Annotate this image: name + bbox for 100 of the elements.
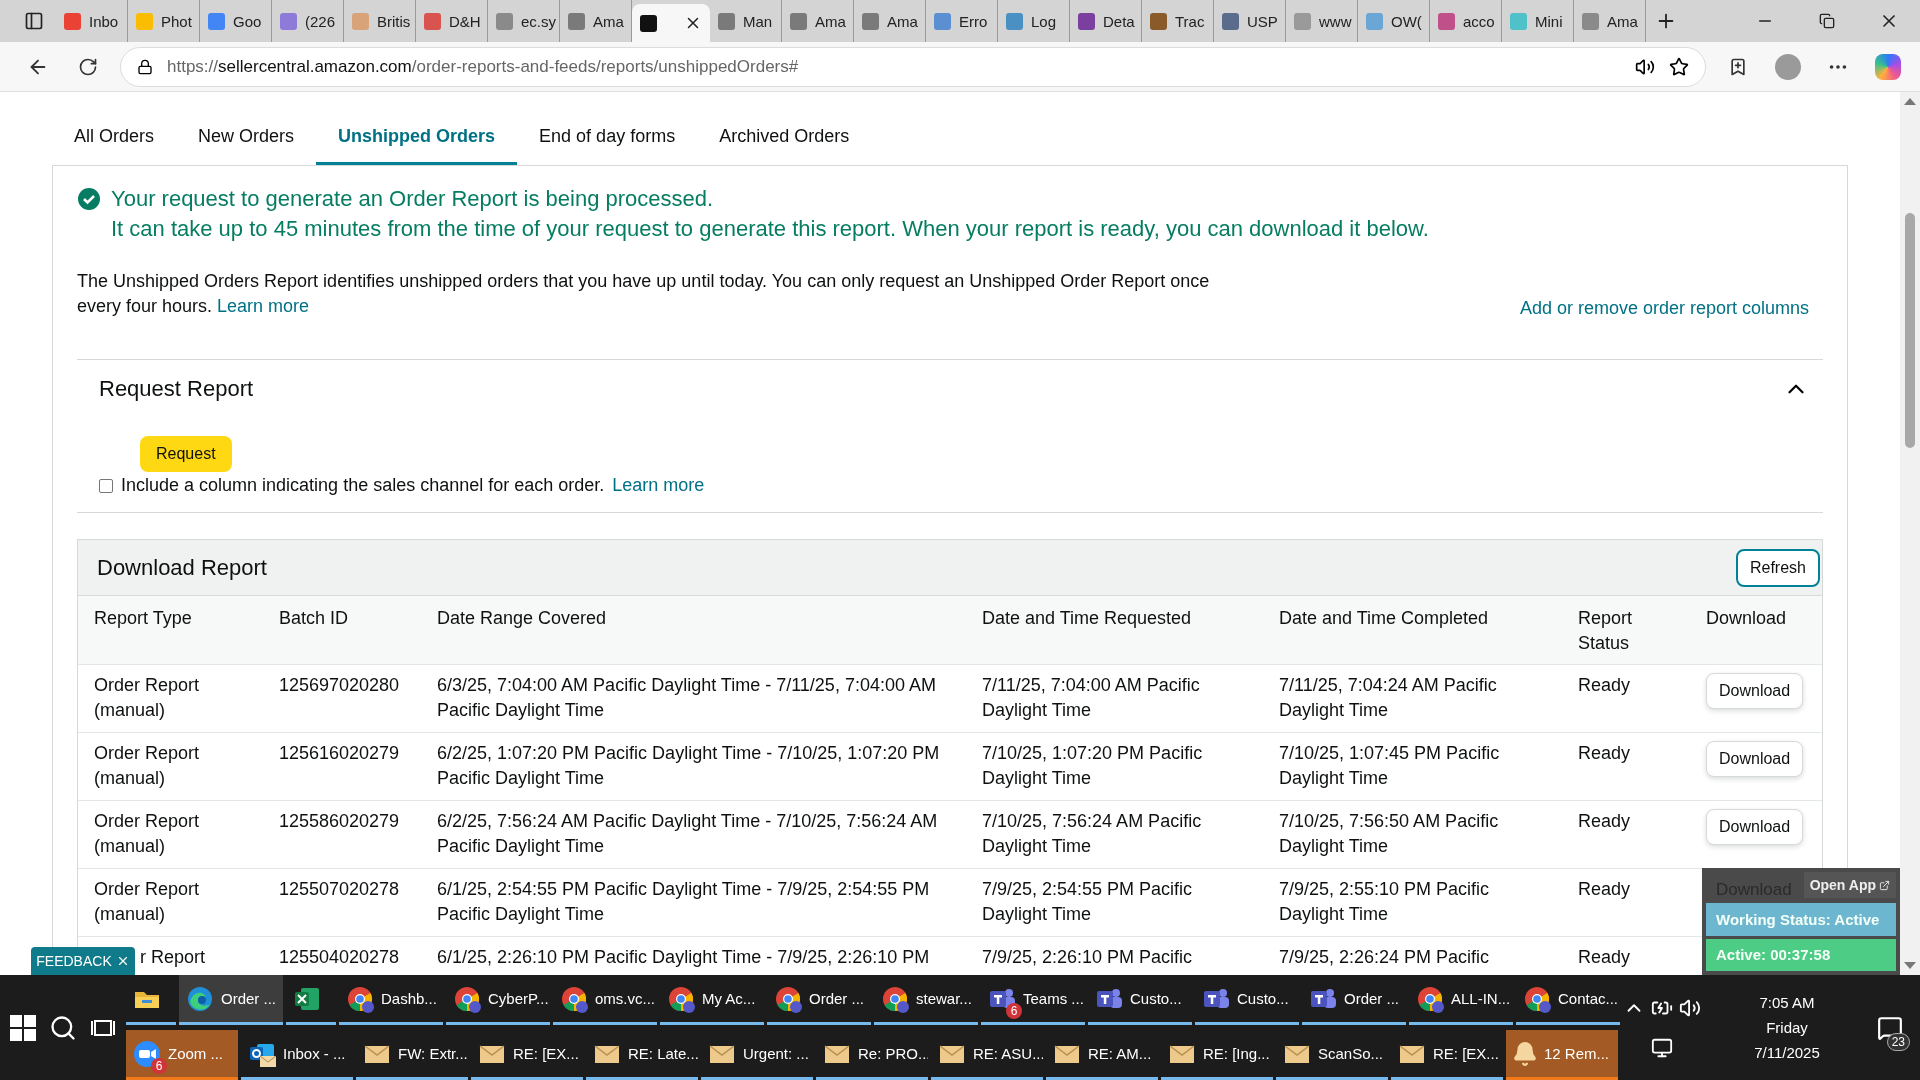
download-button[interactable]: Download [1706,741,1804,777]
refresh-button[interactable]: Refresh [1735,548,1820,587]
table-cell-text: Ready [1577,742,1632,765]
nav-tab[interactable]: New Orders [176,92,317,165]
taskbar-button[interactable]: My Ac... [660,975,764,1025]
table-cell-text: Ready [1577,946,1632,969]
url-text: https://sellercentral.amazon.com/order-reports-and-feeds/reports/unshippedOrders# [167,56,799,77]
taskbar-button[interactable]: Order ... [179,975,283,1025]
taskbar-button[interactable]: FW: Extr... [356,1030,468,1080]
bell-icon [1512,1040,1538,1067]
open-app-button[interactable]: Open App [1803,872,1896,898]
count-badge: 6 [151,1057,167,1074]
search-icon[interactable] [49,1013,77,1042]
table-cell-text: Ready [1577,810,1632,833]
address-bar[interactable]: https://sellercentral.amazon.com/order-reports-and-feeds/reports/unshippedOrders# [120,46,1706,87]
table-cell-text: Ready [1577,878,1632,901]
download-button[interactable]: Download [1706,673,1804,709]
table-cell-text: 125616020279 [278,742,401,765]
count-badge: 23 [1886,1032,1910,1051]
table-cell-text: 7/10/25, 1:07:45 PM Pacific Daylight Time [1278,742,1501,790]
scroll-thumb[interactable] [1905,213,1915,448]
learn-more-link[interactable]: Learn more [217,296,310,316]
download-button[interactable]: Download [1706,809,1804,845]
taskbar-button[interactable]: Dashb... [339,975,443,1025]
section-title: Request Report [99,376,254,402]
table-cell-text: Order Report (manual) [93,742,201,790]
scrollbar[interactable] [1900,92,1920,975]
profile-avatar[interactable] [1775,53,1801,80]
scroll-up-icon[interactable] [1904,98,1916,105]
taskbar-button[interactable]: Order ... [1302,975,1406,1025]
taskbar-button[interactable]: Custo... [1088,975,1192,1025]
start-icon[interactable] [10,1014,37,1041]
taskbar-button[interactable]: 6 Zoom ... [126,1030,238,1080]
column-header: Report Status [1577,607,1634,655]
taskbar-button[interactable]: RE: [EX... [1391,1030,1503,1080]
learn-more-link[interactable]: Learn more [612,475,705,496]
taskbar-button[interactable]: Custo... [1195,975,1299,1025]
taskbar-button[interactable]: oms.vc... [553,975,657,1025]
taskbar-button[interactable]: Inbox - ... [241,1030,353,1080]
columns-link[interactable]: Add or remove order report columns [1519,298,1809,319]
nav-tab[interactable]: Unshipped Orders [316,92,518,165]
copilot-icon[interactable] [1875,53,1901,80]
table-cell-text: Order Report (manual) [93,674,201,722]
taskbar-button[interactable]: CyberP... [446,975,550,1025]
table-cell-text: 7/10/25, 7:56:50 AM Pacific Daylight Time [1278,810,1500,858]
table-cell-text: 6/1/25, 2:26:10 PM Pacific Daylight Time - 7/9/25, 2:26:10 PM [436,946,931,969]
table-cell-text: 7/11/25, 7:04:24 AM Pacific Daylight Time [1278,674,1498,722]
tab-actions-icon[interactable] [24,11,44,31]
taskbar-button[interactable]: 6 Teams ... [981,975,1085,1025]
taskbar-button[interactable]: Order ... [767,975,871,1025]
notice-text: It can take up to 45 minutes from the time of your request to generate this report. When your report is ready, you can download it below. [111,215,1429,243]
taskbar-button[interactable]: stewar... [874,975,978,1025]
taskbar-button[interactable]: RE: AM... [1046,1030,1158,1080]
favorite-star-icon[interactable] [1669,56,1689,77]
network-icon[interactable] [1651,1036,1673,1059]
table-cell-text: 7/9/25, 2:55:10 PM Pacific Daylight Time [1278,878,1491,926]
taskbar-button[interactable]: Contac... [1516,975,1620,1025]
lock-icon [137,58,153,75]
column-header: Date and Time Completed [1278,607,1490,630]
column-header: Date Range Covered [436,607,608,630]
reload-icon[interactable] [78,56,98,77]
column-header: Date and Time Requested [981,607,1193,630]
taskbar-button[interactable]: ALL-IN... [1409,975,1513,1025]
notice-title: Your request to generate an Order Report is being processed. [111,185,715,213]
table-cell-text: Ready [1577,674,1632,697]
table-cell-text: 125586020279 [278,810,401,833]
working-status-bar: Working Status: Active [1706,903,1896,936]
favorites-icon[interactable] [1728,56,1748,77]
taskbar-button[interactable]: RE: [Ing... [1161,1030,1273,1080]
nav-tab[interactable]: Archived Orders [697,92,872,165]
table-cell-text: Order Report (manual) [93,810,201,858]
nav-tab[interactable]: All Orders [52,92,176,165]
video-call-icon [132,1038,162,1069]
column-header: Batch ID [278,607,350,630]
section-title: Download Report [97,554,267,581]
read-aloud-icon[interactable] [1635,56,1655,77]
taskbar-button[interactable]: ScanSo... [1276,1030,1388,1080]
column-header: Download [1705,607,1788,630]
feedback-button[interactable]: FEEDBACK [31,947,135,975]
table-cell-text: 7/9/25, 2:26:10 PM Pacific [981,946,1194,969]
table-cell-text: 7/9/25, 2:26:24 PM Pacific [1278,946,1491,969]
request-button[interactable]: Request [140,436,232,472]
description-text: The Unshipped Orders Report identifies unshipped orders that you have up until today. You can only request an Unshipped Order Report once every four hours. Learn more [77,270,1211,318]
clock[interactable]: 7:05 AM Friday 7/11/2025 [1712,994,1862,1061]
table-cell-text: 6/3/25, 7:04:00 AM Pacific Daylight Time - 7/11/25, 7:04:00 AM Pacific Daylight Time [436,674,937,722]
table-cell-text: 7/11/25, 7:04:00 AM Pacific Daylight Time [981,674,1201,722]
restore-icon[interactable] [1819,13,1835,29]
taskbar-button[interactable]: RE: Late... [586,1030,698,1080]
table-cell-text: 6/2/25, 7:56:24 AM Pacific Daylight Time - 7/10/25, 7:56:24 AM Pacific Daylight Time [436,810,939,858]
taskbar-button[interactable]: Urgent: ... [701,1030,813,1080]
checkbox[interactable] [99,478,113,493]
external-link-icon [1879,879,1890,891]
nav-tab[interactable]: End of day forms [517,92,698,165]
table-cell-text: 125504020278 [278,946,401,969]
taskbar-button[interactable]: 12 Rem... [1506,1030,1618,1080]
timer-bar: Active: 00:37:58 [1706,938,1896,971]
taskbar-button[interactable]: RE: [EX... [471,1030,583,1080]
browser-tab[interactable] [632,4,710,42]
taskbar-button[interactable]: RE: ASU... [931,1030,1043,1080]
table-cell-text: 125697020280 [278,674,401,697]
